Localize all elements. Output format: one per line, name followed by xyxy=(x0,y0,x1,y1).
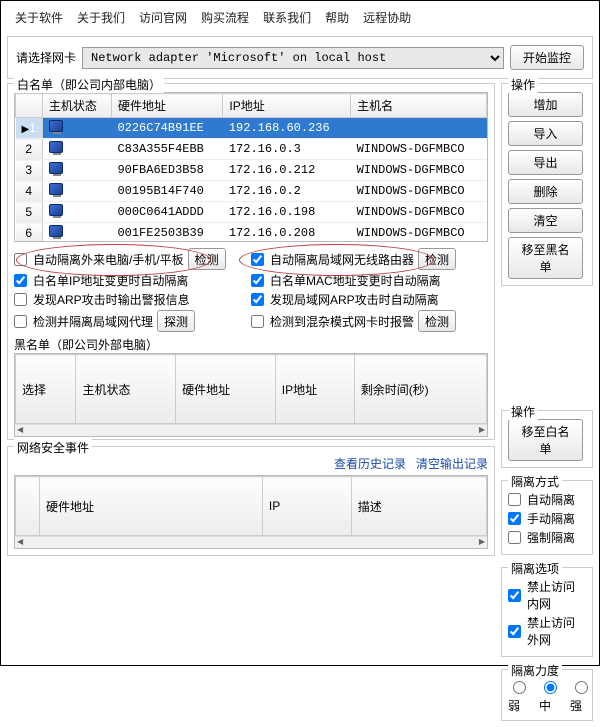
col-ip[interactable]: IP地址 xyxy=(223,94,351,118)
menu-remote[interactable]: 远程协助 xyxy=(363,9,411,26)
isolate-level-title: 隔离力度 xyxy=(508,662,562,679)
bl-col-mac[interactable]: 硬件地址 xyxy=(176,355,276,424)
chk-manual-isolate[interactable] xyxy=(508,512,521,525)
blacklist-ops-group: 操作 移至白名单 xyxy=(501,410,593,468)
col-host-status[interactable]: 主机状态 xyxy=(42,94,111,118)
add-button[interactable]: 增加 xyxy=(508,92,583,117)
ev-col-mac[interactable]: 硬件地址 xyxy=(40,477,263,536)
menu-about-software[interactable]: 关于软件 xyxy=(15,9,63,26)
lbl-lan-arp: 发现局域网ARP攻击时自动隔离 xyxy=(270,291,439,308)
table-row[interactable]: ▶1 0226C74B91EE192.168.60.236 xyxy=(16,118,487,139)
bl-col-remain[interactable]: 剩余时间(秒) xyxy=(354,355,486,424)
ev-col-desc[interactable]: 描述 xyxy=(351,477,486,536)
blacklist-table[interactable]: 选择 主机状态 硬件地址 IP地址 剩余时间(秒) xyxy=(15,354,487,424)
menu-website[interactable]: 访问官网 xyxy=(139,9,187,26)
whitelist-ops-group: 操作 增加 导入 导出 删除 清空 移至黑名单 xyxy=(501,83,593,286)
whitelist-group: 白名单（即公司内部电脑） 主机状态 硬件地址 IP地址 主机名 ▶1 0226C… xyxy=(7,83,495,440)
lbl-auto-isolate-ext: 自动隔离外来电脑/手机/平板 xyxy=(33,251,184,268)
delete-button[interactable]: 删除 xyxy=(508,179,583,204)
adapter-select[interactable]: Network adapter 'Microsoft' on local hos… xyxy=(82,47,504,69)
col-hostname[interactable]: 主机名 xyxy=(351,94,487,118)
lbl-mac-change: 白名单MAC地址变更时自动隔离 xyxy=(270,272,441,289)
lbl-deny-out: 禁止访问外网 xyxy=(527,614,586,648)
bl-col-select[interactable]: 选择 xyxy=(16,355,76,424)
chk-auto-isolate[interactable] xyxy=(508,493,521,506)
monitor-icon xyxy=(49,204,63,216)
chk-deny-out[interactable] xyxy=(508,625,521,638)
chk-auto-isolate-ext[interactable] xyxy=(14,253,27,266)
menu-help[interactable]: 帮助 xyxy=(325,9,349,26)
monitor-icon xyxy=(49,120,63,132)
ops-title: 操作 xyxy=(508,76,538,93)
chk-lan-arp[interactable] xyxy=(251,293,264,306)
lbl-ip-change: 白名单IP地址变更时自动隔离 xyxy=(33,272,188,289)
events-scrollbar[interactable] xyxy=(15,536,487,548)
chk-ip-change[interactable] xyxy=(14,274,27,287)
col-mac[interactable]: 硬件地址 xyxy=(111,94,222,118)
chk-mac-change[interactable] xyxy=(251,274,264,287)
monitor-icon xyxy=(49,225,63,237)
monitor-icon xyxy=(49,162,63,174)
view-history-link[interactable]: 查看历史记录 xyxy=(334,457,406,471)
table-row[interactable]: 390FBA6ED3B58172.16.0.212WINDOWS-DGFMBCO xyxy=(16,160,487,181)
lbl-arp-alarm: 发现ARP攻击时输出警报信息 xyxy=(33,291,190,308)
chk-force-isolate[interactable] xyxy=(508,531,521,544)
start-monitor-button[interactable]: 开始监控 xyxy=(510,45,584,70)
table-row[interactable]: 5000C0641ADDD172.16.0.198WINDOWS-DGFMBCO xyxy=(16,202,487,223)
clear-output-link[interactable]: 清空输出记录 xyxy=(416,457,488,471)
to-whitelist-button[interactable]: 移至白名单 xyxy=(508,419,583,461)
clear-button[interactable]: 清空 xyxy=(508,208,583,233)
lbl-mixed-mode: 检测到混杂模式网卡时报警 xyxy=(270,313,414,330)
isolate-level-group: 隔离力度 弱 中 强 xyxy=(501,669,593,721)
radio-strong[interactable]: 强 xyxy=(570,678,591,714)
isolate-mode-title: 隔离方式 xyxy=(508,473,562,490)
chk-deny-in[interactable] xyxy=(508,589,521,602)
detect-mixed-button[interactable]: 检测 xyxy=(418,310,456,332)
chk-auto-isolate-router[interactable] xyxy=(251,253,264,266)
whitelist-title: 白名单（即公司内部电脑） xyxy=(14,76,164,93)
lbl-auto-isolate-router: 自动隔离局域网无线路由器 xyxy=(270,251,414,268)
export-button[interactable]: 导出 xyxy=(508,150,583,175)
lbl-auto-isolate: 自动隔离 xyxy=(527,491,575,508)
bl-col-ip[interactable]: IP地址 xyxy=(275,355,354,424)
chk-mixed-mode[interactable] xyxy=(251,315,264,328)
adapter-label: 请选择网卡 xyxy=(16,49,76,66)
isolate-opt-group: 隔离选项 禁止访问内网 禁止访问外网 xyxy=(501,567,593,657)
probe-button[interactable]: 探测 xyxy=(157,310,195,332)
radio-mid[interactable]: 中 xyxy=(539,678,560,714)
whitelist-table[interactable]: 主机状态 硬件地址 IP地址 主机名 ▶1 0226C74B91EE192.16… xyxy=(15,93,487,242)
blacklist-title: 黑名单（即公司外部电脑） xyxy=(14,336,488,353)
events-group: 网络安全事件 查看历史记录 清空输出记录 硬件地址 IP 描述 xyxy=(7,446,495,556)
monitor-icon xyxy=(49,141,63,153)
lbl-detect-proxy: 检测并隔离局域网代理 xyxy=(33,313,153,330)
adapter-panel: 请选择网卡 Network adapter 'Microsoft' on loc… xyxy=(7,36,593,79)
table-row[interactable]: 400195B14F740172.16.0.2WINDOWS-DGFMBCO xyxy=(16,181,487,202)
events-title: 网络安全事件 xyxy=(14,439,92,456)
import-button[interactable]: 导入 xyxy=(508,121,583,146)
menubar: 关于软件 关于我们 访问官网 购买流程 联系我们 帮助 远程协助 xyxy=(3,3,597,32)
menu-about-us[interactable]: 关于我们 xyxy=(77,9,125,26)
chk-arp-alarm[interactable] xyxy=(14,293,27,306)
ev-col-blank[interactable] xyxy=(16,477,40,536)
lbl-deny-in: 禁止访问内网 xyxy=(527,578,586,612)
menu-purchase[interactable]: 购买流程 xyxy=(201,9,249,26)
chk-detect-proxy[interactable] xyxy=(14,315,27,328)
menu-contact[interactable]: 联系我们 xyxy=(263,9,311,26)
table-row[interactable]: 2C83A355F4EBB172.16.0.3WINDOWS-DGFMBCO xyxy=(16,139,487,160)
isolate-opt-title: 隔离选项 xyxy=(508,560,562,577)
table-row[interactable]: 6001FE2503B39172.16.0.208WINDOWS-DGFMBCO xyxy=(16,223,487,243)
blacklist-scrollbar[interactable] xyxy=(15,424,487,436)
lbl-force-isolate: 强制隔离 xyxy=(527,529,575,546)
isolate-mode-group: 隔离方式 自动隔离 手动隔离 强制隔离 xyxy=(501,480,593,555)
lbl-manual-isolate: 手动隔离 xyxy=(527,510,575,527)
detect-ext-button[interactable]: 检测 xyxy=(188,248,226,270)
events-table[interactable]: 硬件地址 IP 描述 xyxy=(15,476,487,536)
ev-col-ip[interactable]: IP xyxy=(262,477,351,536)
detect-router-button[interactable]: 检测 xyxy=(418,248,456,270)
ops-title-2: 操作 xyxy=(508,403,538,420)
to-blacklist-button[interactable]: 移至黑名单 xyxy=(508,237,583,279)
monitor-icon xyxy=(49,183,63,195)
radio-weak[interactable]: 弱 xyxy=(508,678,529,714)
bl-col-status[interactable]: 主机状态 xyxy=(76,355,176,424)
